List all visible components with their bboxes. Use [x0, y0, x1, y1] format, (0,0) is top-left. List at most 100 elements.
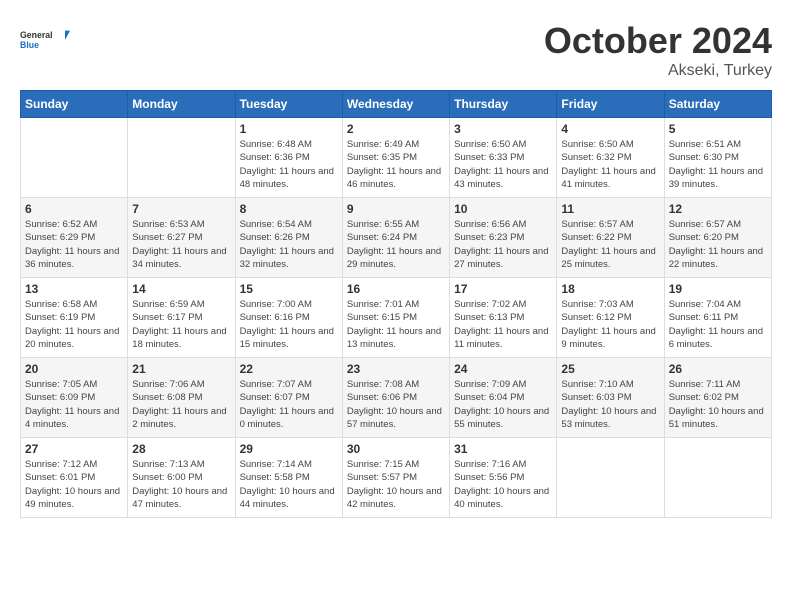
calendar-cell: 3 Sunrise: 6:50 AM Sunset: 6:33 PM Daylig… [450, 118, 557, 198]
day-number: 28 [132, 442, 230, 456]
day-number: 10 [454, 202, 552, 216]
day-number: 21 [132, 362, 230, 376]
day-number: 5 [669, 122, 767, 136]
day-info: Sunrise: 7:16 AM Sunset: 5:56 PM Dayligh… [454, 458, 552, 511]
calendar-table: SundayMondayTuesdayWednesdayThursdayFrid… [20, 90, 772, 518]
day-number: 23 [347, 362, 445, 376]
day-number: 9 [347, 202, 445, 216]
day-number: 14 [132, 282, 230, 296]
calendar-cell [557, 438, 664, 518]
day-number: 4 [561, 122, 659, 136]
day-number: 1 [240, 122, 338, 136]
calendar-cell [128, 118, 235, 198]
calendar-cell: 15 Sunrise: 7:00 AM Sunset: 6:16 PM Dayli… [235, 278, 342, 358]
week-row-4: 27 Sunrise: 7:12 AM Sunset: 6:01 PM Dayli… [21, 438, 772, 518]
day-info: Sunrise: 6:49 AM Sunset: 6:35 PM Dayligh… [347, 138, 445, 191]
month-title: October 2024 [544, 20, 772, 62]
day-info: Sunrise: 7:07 AM Sunset: 6:07 PM Dayligh… [240, 378, 338, 431]
calendar-cell: 30Sunrise: 7:15 AM Sunset: 5:57 PM Dayli… [342, 438, 449, 518]
calendar-cell: 27 Sunrise: 7:12 AM Sunset: 6:01 PM Dayli… [21, 438, 128, 518]
calendar-cell: 25 Sunrise: 7:10 AM Sunset: 6:03 PM Dayli… [557, 358, 664, 438]
calendar-cell: 1 Sunrise: 6:48 AM Sunset: 6:36 PM Daylig… [235, 118, 342, 198]
day-info: Sunrise: 7:14 AM Sunset: 5:58 PM Dayligh… [240, 458, 338, 511]
day-number: 22 [240, 362, 338, 376]
day-number: 16 [347, 282, 445, 296]
day-number: 24 [454, 362, 552, 376]
day-number: 3 [454, 122, 552, 136]
week-row-2: 13Sunrise: 6:58 AM Sunset: 6:19 PM Dayli… [21, 278, 772, 358]
calendar-cell: 10 Sunrise: 6:56 AM Sunset: 6:23 PM Dayli… [450, 198, 557, 278]
day-info: Sunrise: 6:55 AM Sunset: 6:24 PM Dayligh… [347, 218, 445, 271]
calendar-cell: 18Sunrise: 7:03 AM Sunset: 6:12 PM Dayli… [557, 278, 664, 358]
day-number: 29 [240, 442, 338, 456]
day-number: 15 [240, 282, 338, 296]
day-info: Sunrise: 6:48 AM Sunset: 6:36 PM Dayligh… [240, 138, 338, 191]
day-number: 31 [454, 442, 552, 456]
calendar-cell: 19Sunrise: 7:04 AM Sunset: 6:11 PM Dayli… [664, 278, 771, 358]
calendar-cell: 20 Sunrise: 7:05 AM Sunset: 6:09 PM Dayli… [21, 358, 128, 438]
calendar-cell: 17Sunrise: 7:02 AM Sunset: 6:13 PM Dayli… [450, 278, 557, 358]
header-monday: Monday [128, 91, 235, 118]
day-info: Sunrise: 6:57 AM Sunset: 6:22 PM Dayligh… [561, 218, 659, 271]
day-info: Sunrise: 6:54 AM Sunset: 6:26 PM Dayligh… [240, 218, 338, 271]
day-info: Sunrise: 7:08 AM Sunset: 6:06 PM Dayligh… [347, 378, 445, 431]
calendar-cell: 26Sunrise: 7:11 AM Sunset: 6:02 PM Dayli… [664, 358, 771, 438]
day-number: 11 [561, 202, 659, 216]
day-number: 20 [25, 362, 123, 376]
day-info: Sunrise: 7:01 AM Sunset: 6:15 PM Dayligh… [347, 298, 445, 351]
day-number: 18 [561, 282, 659, 296]
day-info: Sunrise: 7:04 AM Sunset: 6:11 PM Dayligh… [669, 298, 767, 351]
day-number: 27 [25, 442, 123, 456]
header-tuesday: Tuesday [235, 91, 342, 118]
calendar-cell: 11 Sunrise: 6:57 AM Sunset: 6:22 PM Dayli… [557, 198, 664, 278]
day-info: Sunrise: 7:11 AM Sunset: 6:02 PM Dayligh… [669, 378, 767, 431]
calendar-cell: 8Sunrise: 6:54 AM Sunset: 6:26 PM Daylig… [235, 198, 342, 278]
day-number: 7 [132, 202, 230, 216]
day-info: Sunrise: 6:56 AM Sunset: 6:23 PM Dayligh… [454, 218, 552, 271]
day-info: Sunrise: 7:12 AM Sunset: 6:01 PM Dayligh… [25, 458, 123, 511]
header: General Blue October 2024 Akseki, Turkey [20, 20, 772, 80]
day-info: Sunrise: 6:57 AM Sunset: 6:20 PM Dayligh… [669, 218, 767, 271]
calendar-cell: 29 Sunrise: 7:14 AM Sunset: 5:58 PM Dayli… [235, 438, 342, 518]
day-number: 17 [454, 282, 552, 296]
calendar-cell: 24 Sunrise: 7:09 AM Sunset: 6:04 PM Dayli… [450, 358, 557, 438]
day-number: 2 [347, 122, 445, 136]
location-title: Akseki, Turkey [544, 62, 772, 80]
header-sunday: Sunday [21, 91, 128, 118]
calendar-cell: 7 Sunrise: 6:53 AM Sunset: 6:27 PM Daylig… [128, 198, 235, 278]
calendar-cell [664, 438, 771, 518]
logo: General Blue [20, 20, 70, 60]
day-info: Sunrise: 6:51 AM Sunset: 6:30 PM Dayligh… [669, 138, 767, 191]
calendar-cell: 2 Sunrise: 6:49 AM Sunset: 6:35 PM Daylig… [342, 118, 449, 198]
week-row-0: 1 Sunrise: 6:48 AM Sunset: 6:36 PM Daylig… [21, 118, 772, 198]
day-info: Sunrise: 7:05 AM Sunset: 6:09 PM Dayligh… [25, 378, 123, 431]
calendar-cell [21, 118, 128, 198]
calendar-cell: 23 Sunrise: 7:08 AM Sunset: 6:06 PM Dayli… [342, 358, 449, 438]
week-row-1: 6 Sunrise: 6:52 AM Sunset: 6:29 PM Daylig… [21, 198, 772, 278]
header-wednesday: Wednesday [342, 91, 449, 118]
day-number: 6 [25, 202, 123, 216]
day-info: Sunrise: 7:10 AM Sunset: 6:03 PM Dayligh… [561, 378, 659, 431]
header-thursday: Thursday [450, 91, 557, 118]
day-number: 12 [669, 202, 767, 216]
day-info: Sunrise: 6:52 AM Sunset: 6:29 PM Dayligh… [25, 218, 123, 271]
week-row-3: 20 Sunrise: 7:05 AM Sunset: 6:09 PM Dayli… [21, 358, 772, 438]
calendar-cell: 22 Sunrise: 7:07 AM Sunset: 6:07 PM Dayli… [235, 358, 342, 438]
day-number: 30 [347, 442, 445, 456]
day-info: Sunrise: 7:09 AM Sunset: 6:04 PM Dayligh… [454, 378, 552, 431]
logo-svg: General Blue [20, 20, 70, 60]
title-area: October 2024 Akseki, Turkey [544, 20, 772, 80]
calendar-cell: 5 Sunrise: 6:51 AM Sunset: 6:30 PM Daylig… [664, 118, 771, 198]
day-info: Sunrise: 6:53 AM Sunset: 6:27 PM Dayligh… [132, 218, 230, 271]
svg-text:Blue: Blue [20, 40, 39, 50]
day-info: Sunrise: 6:50 AM Sunset: 6:33 PM Dayligh… [454, 138, 552, 191]
day-number: 25 [561, 362, 659, 376]
calendar-cell: 4 Sunrise: 6:50 AM Sunset: 6:32 PM Daylig… [557, 118, 664, 198]
header-saturday: Saturday [664, 91, 771, 118]
calendar-cell: 12 Sunrise: 6:57 AM Sunset: 6:20 PM Dayli… [664, 198, 771, 278]
day-info: Sunrise: 7:13 AM Sunset: 6:00 PM Dayligh… [132, 458, 230, 511]
day-number: 13 [25, 282, 123, 296]
day-info: Sunrise: 7:00 AM Sunset: 6:16 PM Dayligh… [240, 298, 338, 351]
day-info: Sunrise: 6:50 AM Sunset: 6:32 PM Dayligh… [561, 138, 659, 191]
calendar-cell: 21Sunrise: 7:06 AM Sunset: 6:08 PM Dayli… [128, 358, 235, 438]
